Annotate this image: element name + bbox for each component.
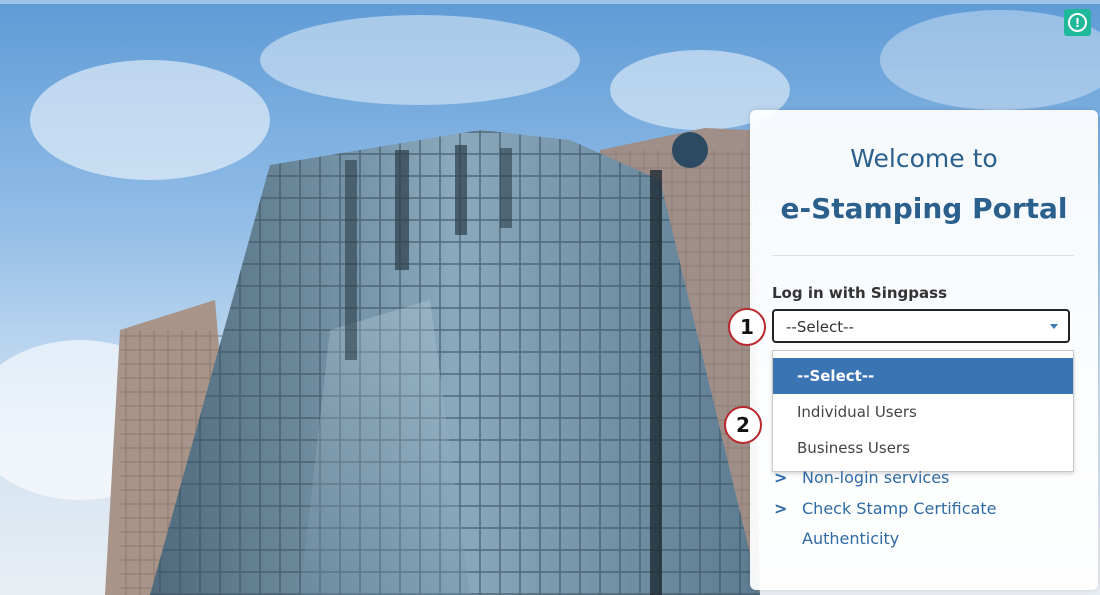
alert-button[interactable]: ! bbox=[1064, 9, 1091, 36]
exclamation-circle-icon: ! bbox=[1068, 13, 1087, 32]
login-panel: Welcome to e-Stamping Portal Log in with… bbox=[750, 110, 1098, 590]
option-select-placeholder[interactable]: --Select-- bbox=[773, 358, 1073, 394]
panel-divider bbox=[772, 255, 1074, 256]
link-label[interactable]: Non-login services bbox=[802, 468, 949, 487]
login-page: ! Welcome to e-Stamping Portal Log in wi… bbox=[0, 0, 1100, 595]
portal-title: e-Stamping Portal bbox=[780, 192, 1068, 225]
option-label: Individual Users bbox=[797, 403, 917, 421]
option-label: Business Users bbox=[797, 439, 910, 457]
option-label: --Select-- bbox=[797, 367, 875, 385]
annotation-marker-1: 1 bbox=[728, 308, 766, 346]
option-individual-users[interactable]: Individual Users bbox=[773, 394, 1073, 430]
link-label[interactable]: Check Stamp Certificate bbox=[802, 499, 996, 518]
select-value: --Select-- bbox=[786, 318, 854, 336]
welcome-heading: Welcome to bbox=[850, 144, 998, 173]
option-business-users[interactable]: Business Users bbox=[773, 430, 1073, 466]
link-label-continued[interactable]: Authenticity bbox=[802, 529, 899, 548]
singpass-login-label: Log in with Singpass bbox=[772, 284, 948, 302]
chevron-right-icon: > bbox=[774, 468, 788, 487]
annotation-marker-2: 2 bbox=[724, 406, 762, 444]
user-type-select[interactable]: --Select-- bbox=[772, 309, 1070, 343]
chevron-right-icon: > bbox=[774, 499, 788, 518]
chevron-down-icon bbox=[1050, 324, 1058, 329]
user-type-dropdown: --Select-- Individual Users Business Use… bbox=[772, 350, 1074, 472]
